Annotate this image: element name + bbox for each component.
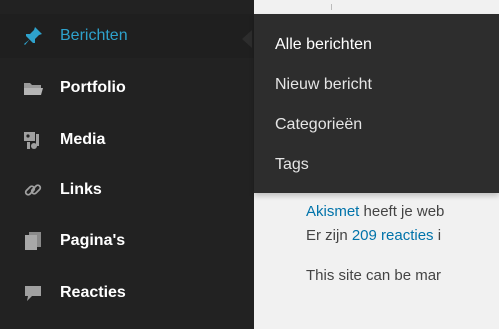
reacties-line: Er zijn 209 reacties i	[306, 227, 441, 244]
sidebar-item-label: Links	[60, 181, 102, 198]
pin-icon	[22, 25, 44, 47]
sidebar-item-links[interactable]: Links	[0, 168, 254, 212]
link-icon	[22, 179, 44, 201]
akismet-line: Akismet heeft je web	[306, 203, 444, 220]
sidebar-item-label: Pagina's	[60, 232, 126, 249]
sidebar-item-paginas[interactable]: Pagina's	[0, 219, 254, 263]
sidebar-item-media[interactable]: Media	[0, 118, 254, 162]
sidebar-item-reacties[interactable]: Reacties	[0, 271, 254, 315]
submenu-item-alle-berichten[interactable]: Alle berichten	[275, 36, 372, 54]
sidebar-item-berichten[interactable]: Berichten	[0, 14, 254, 58]
flyout-pointer	[242, 30, 252, 48]
pages-icon	[22, 230, 44, 252]
sidebar-item-label: Portfolio	[60, 79, 126, 96]
content-top-strip	[254, 0, 499, 14]
site-status-line: This site can be mar	[306, 267, 442, 284]
media-icon	[22, 129, 44, 151]
dashboard-content: Akismet heeft je web Er zijn 209 reactie…	[254, 193, 499, 329]
submenu-item-tags[interactable]: Tags	[275, 156, 309, 174]
akismet-text: heeft je web	[359, 203, 445, 220]
submenu-item-categorieen[interactable]: Categorieën	[275, 116, 362, 134]
sidebar-item-label: Media	[60, 131, 106, 148]
akismet-link[interactable]: Akismet	[306, 203, 359, 220]
admin-sidebar: Berichten Portfolio Media Links Pagina's…	[0, 0, 254, 329]
reacties-prefix: Er zijn	[306, 227, 352, 244]
sidebar-item-portfolio[interactable]: Portfolio	[0, 66, 254, 110]
comments-icon	[22, 282, 44, 304]
reacties-link[interactable]: 209 reacties	[352, 227, 434, 244]
submenu-flyout: Alle berichten Nieuw bericht Categorieën…	[254, 14, 499, 193]
reacties-suffix: i	[433, 227, 442, 244]
sidebar-item-label: Berichten	[60, 27, 128, 44]
sidebar-item-label: Reacties	[60, 284, 126, 301]
folder-icon	[22, 77, 44, 99]
content-edge-mark	[331, 4, 332, 10]
submenu-item-nieuw-bericht[interactable]: Nieuw bericht	[275, 76, 372, 94]
